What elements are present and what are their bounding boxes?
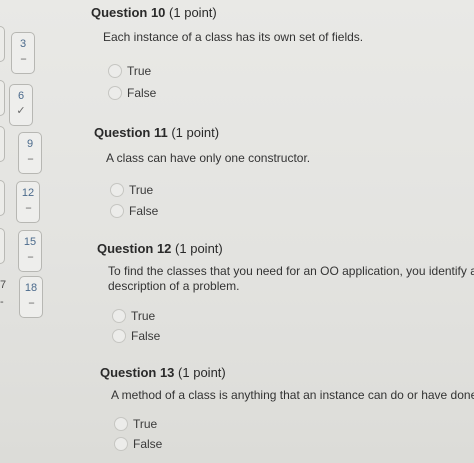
- question-title: Question 11 (1 point): [94, 125, 219, 140]
- question-13: Question 13 (1 point): [100, 365, 226, 380]
- option-label: True: [133, 417, 158, 431]
- question-points: (1 point): [175, 241, 223, 256]
- radio-button-icon[interactable]: [112, 309, 126, 323]
- question-text: A class can have only one constructor.: [106, 151, 311, 165]
- radio-button-icon[interactable]: [108, 64, 122, 78]
- option-label: False: [133, 437, 163, 451]
- radio-button-icon[interactable]: [114, 437, 128, 451]
- radio-button-icon[interactable]: [110, 183, 124, 197]
- option-false[interactable]: False: [108, 85, 156, 101]
- question-points: (1 point): [171, 125, 220, 140]
- radio-button-icon[interactable]: [112, 329, 126, 343]
- question-navigator: 7 - 3 -- 6 ✓ 9 -- 12 -- 15 -- 18 --: [0, 0, 62, 463]
- question-11: Question 11 (1 point): [94, 125, 219, 140]
- question-title: Question 13 (1 point): [100, 365, 226, 380]
- question-10: Question 10 (1 point): [91, 5, 217, 20]
- question-title: Question 12 (1 point): [97, 241, 223, 256]
- tile-status: --: [27, 153, 33, 165]
- radio-button-icon[interactable]: [114, 417, 128, 431]
- collapsed-tile-edge: [0, 26, 5, 62]
- question-number: Question 13: [100, 365, 175, 380]
- question-points: (1 point): [178, 365, 226, 380]
- collapsed-tile-edge: [0, 180, 5, 216]
- option-label: True: [129, 183, 154, 197]
- question-number: Question 10: [91, 5, 166, 20]
- option-label: True: [131, 309, 156, 323]
- partial-tile-number: 7: [0, 279, 7, 291]
- collapsed-tile-edge: [0, 228, 5, 264]
- nav-tile-question-9[interactable]: 9 --: [18, 132, 42, 174]
- collapsed-tile-edge: [0, 80, 5, 116]
- tile-number: 6: [17, 90, 25, 102]
- nav-tile-question-3[interactable]: 3 --: [11, 32, 35, 74]
- option-label: False: [131, 329, 161, 343]
- tile-number: 12: [21, 187, 35, 199]
- tile-number: 15: [23, 236, 37, 248]
- option-false[interactable]: False: [114, 436, 162, 452]
- option-false[interactable]: False: [110, 203, 158, 219]
- tile-number: 3: [19, 38, 27, 50]
- checkmark-icon: ✓: [16, 105, 26, 117]
- tile-status: --: [27, 251, 33, 263]
- question-points: (1 point): [169, 5, 217, 20]
- tile-status: --: [20, 53, 26, 65]
- tile-status: --: [28, 297, 34, 309]
- nav-tile-question-18[interactable]: 18 --: [19, 276, 43, 318]
- question-text-line-1: To find the classes that you need for an…: [108, 264, 474, 278]
- option-true[interactable]: True: [110, 182, 153, 198]
- question-12: Question 12 (1 point): [97, 241, 223, 256]
- tile-number: 9: [26, 138, 34, 150]
- question-number: Question 12: [97, 241, 172, 256]
- question-text-line-2: description of a problem.: [108, 279, 240, 293]
- tile-number: 18: [24, 282, 38, 294]
- question-title: Question 10 (1 point): [91, 5, 217, 20]
- option-false[interactable]: False: [112, 328, 160, 344]
- option-label: False: [127, 86, 157, 100]
- partial-tile-status: -: [0, 296, 4, 308]
- nav-tile-question-12[interactable]: 12 --: [16, 181, 40, 223]
- option-label: False: [129, 204, 159, 218]
- question-number: Question 11: [94, 125, 168, 140]
- question-text: Each instance of a class has its own set…: [103, 30, 364, 44]
- tile-status: --: [25, 202, 31, 214]
- option-label: True: [127, 64, 152, 78]
- nav-tile-question-15[interactable]: 15 --: [18, 230, 42, 272]
- option-true[interactable]: True: [108, 63, 151, 79]
- option-true[interactable]: True: [112, 308, 155, 324]
- collapsed-tile-edge: [0, 126, 5, 162]
- radio-button-icon[interactable]: [110, 204, 124, 218]
- option-true[interactable]: True: [114, 416, 157, 432]
- nav-tile-question-6[interactable]: 6 ✓: [9, 84, 33, 126]
- radio-button-icon[interactable]: [108, 86, 122, 100]
- question-text: A method of a class is anything that an …: [111, 388, 474, 402]
